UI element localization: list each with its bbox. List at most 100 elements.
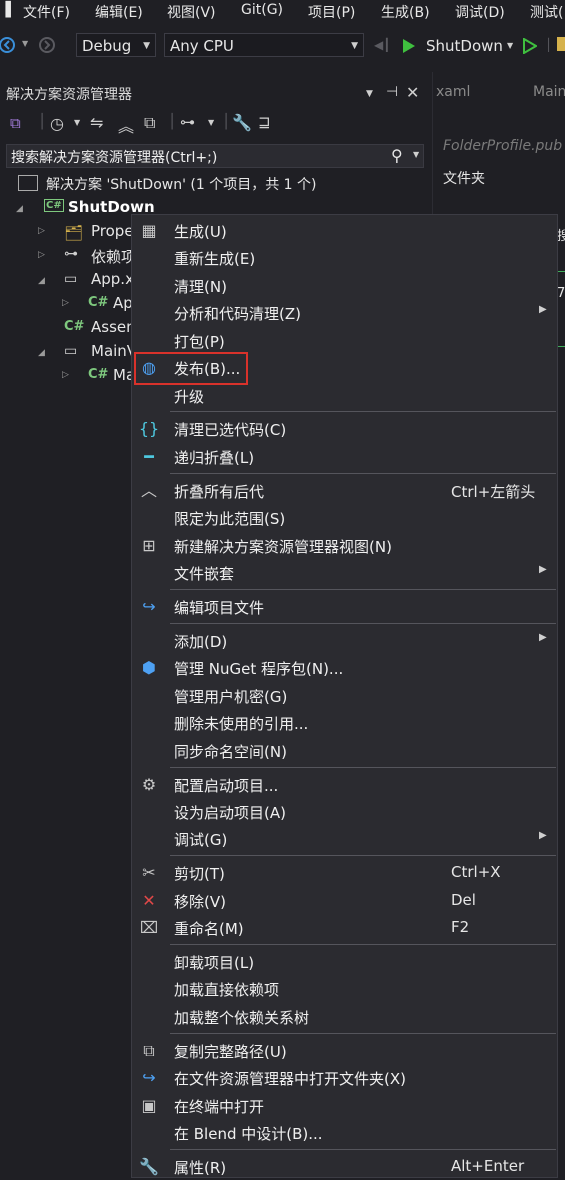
context-menu-item[interactable]: 加载直接依赖项: [132, 976, 557, 1002]
properties-wrench-icon[interactable]: 🔧: [232, 113, 252, 132]
preview-icon[interactable]: ⊒: [258, 113, 271, 131]
context-menu-item[interactable]: ↪ 在文件资源管理器中打开文件夹(X): [132, 1065, 557, 1091]
filter-dropdown-icon[interactable]: ▼: [208, 118, 214, 127]
context-menu-item[interactable]: 限定为此范围(S): [132, 505, 557, 531]
run-target-label[interactable]: ShutDown: [426, 37, 503, 55]
context-menu-item[interactable]: 同步命名空间(N): [132, 738, 557, 764]
menu-git[interactable]: Git(G): [241, 2, 283, 18]
context-menu-label: 删除未使用的引用...: [174, 715, 309, 733]
search-icon[interactable]: ⚲: [391, 146, 403, 165]
context-menu-item[interactable]: ▣ 在终端中打开: [132, 1093, 557, 1119]
run-icon[interactable]: [402, 38, 416, 54]
menu-separator: [170, 623, 556, 624]
context-menu-item[interactable]: 文件嵌套 ▶: [132, 560, 557, 586]
panel-options-icon[interactable]: ▼: [366, 89, 373, 99]
run-dropdown-icon[interactable]: ▼: [507, 41, 513, 50]
tree-item-assembly[interactable]: Assen: [91, 318, 136, 336]
chevron-down-icon: ▼: [351, 41, 358, 51]
search-options-icon[interactable]: ▼: [413, 150, 419, 159]
history-dropdown-icon[interactable]: ▼: [74, 118, 80, 127]
menu-build[interactable]: 生成(B): [381, 2, 430, 22]
explorer-search-input[interactable]: 搜索解决方案资源管理器(Ctrl+;) ⚲ ▼: [6, 144, 424, 168]
context-menu-item[interactable]: 分析和代码清理(Z) ▶: [132, 300, 557, 326]
context-menu-item[interactable]: ▦ 生成(U): [132, 218, 557, 244]
context-menu-item[interactable]: ⧉ 复制完整路径(U): [132, 1038, 557, 1064]
forward-icon[interactable]: [38, 36, 56, 54]
context-menu-item[interactable]: 添加(D) ▶: [132, 628, 557, 654]
context-menu-item[interactable]: 重新生成(E): [132, 245, 557, 271]
context-menu-item[interactable]: 卸载项目(L): [132, 949, 557, 975]
context-menu-item[interactable]: 在 Blend 中设计(B)...: [132, 1120, 557, 1146]
menu-view[interactable]: 视图(V): [167, 2, 216, 22]
tree-item-app-xaml[interactable]: App.x: [91, 270, 134, 288]
context-menu-label: 重新生成(E): [174, 250, 256, 268]
folder-icon[interactable]: [557, 37, 565, 51]
context-menu-label: 卸载项目(L): [174, 954, 255, 972]
context-menu-item[interactable]: 🔧 属性(R) Alt+Enter: [132, 1154, 557, 1180]
context-menu-item[interactable]: 打包(P): [132, 328, 557, 354]
pin-icon[interactable]: ⊣: [386, 84, 398, 100]
collapse-all-icon[interactable]: ︽: [118, 113, 134, 137]
scissors-icon: ✂: [142, 863, 156, 882]
back-dropdown-icon[interactable]: ▼: [22, 39, 28, 48]
tree-item-app-cs[interactable]: Ap: [113, 294, 133, 312]
context-menu-item[interactable]: ⬢ 管理 NuGet 程序包(N)...: [132, 655, 557, 681]
tree-item-properties[interactable]: Prope: [91, 222, 134, 240]
context-menu-item[interactable]: 调试(G) ▶: [132, 826, 557, 852]
menu-test[interactable]: 测试(: [530, 2, 563, 22]
context-menu-item[interactable]: ↪ 编辑项目文件: [132, 594, 557, 620]
collapse-arrow-icon[interactable]: ▷: [38, 250, 45, 260]
context-menu-label: 移除(V): [174, 893, 226, 911]
solution-node[interactable]: 解决方案 'ShutDown' (1 个项目，共 1 个): [46, 174, 316, 194]
collapse-arrow-icon[interactable]: ▷: [62, 370, 69, 380]
context-menu-label: 配置启动项目...: [174, 777, 279, 795]
doc-tab-main[interactable]: Main: [533, 84, 565, 100]
doc-fragment: 7: [557, 286, 565, 301]
context-menu-item[interactable]: 升级: [132, 383, 557, 409]
menu-project[interactable]: 项目(P): [308, 2, 355, 22]
app-logo-fragment: ▐: [0, 2, 11, 18]
context-menu: ▦ 生成(U) 重新生成(E) 清理(N) 分析和代码清理(Z) ▶ 打包(P) ◍ 发布(B)…: [131, 214, 558, 1178]
back-icon[interactable]: [0, 36, 16, 54]
step-back-icon[interactable]: ◀┃: [374, 38, 390, 52]
menu-debug[interactable]: 调试(D): [455, 2, 505, 22]
context-menu-label: 重命名(M): [174, 920, 244, 938]
vs-solution-icon[interactable]: ⧉: [10, 114, 21, 132]
run-without-debug-icon[interactable]: [523, 38, 537, 54]
expand-arrow-icon[interactable]: ◢: [38, 348, 45, 358]
context-menu-label: 在文件资源管理器中打开文件夹(X): [174, 1070, 406, 1088]
doc-folder-label: 文件夹: [443, 171, 485, 187]
context-menu-item[interactable]: 清理(N): [132, 273, 557, 299]
config-dropdown[interactable]: Debug ▼: [76, 33, 156, 57]
csharp-file-icon: C#: [88, 295, 109, 310]
menu-edit[interactable]: 编辑(E): [95, 2, 143, 22]
collapse-arrow-icon[interactable]: ▷: [38, 226, 45, 236]
platform-dropdown[interactable]: Any CPU ▼: [164, 33, 364, 57]
context-menu-item[interactable]: 管理用户机密(G): [132, 683, 557, 709]
close-icon[interactable]: ✕: [406, 83, 419, 102]
context-menu-item[interactable]: {} 清理已选代码(C): [132, 416, 557, 442]
show-all-files-icon[interactable]: ⧉: [144, 113, 155, 133]
context-menu-item[interactable]: 删除未使用的引用...: [132, 710, 557, 736]
context-menu-item[interactable]: ⌧ 重命名(M) F2: [132, 915, 557, 941]
expand-arrow-icon[interactable]: ◢: [38, 276, 45, 286]
doc-tab-xaml[interactable]: xaml: [436, 84, 470, 100]
tree-item-dependencies[interactable]: 依赖项: [91, 246, 136, 267]
sync-icon[interactable]: ⇋: [90, 113, 103, 132]
context-menu-item[interactable]: ✕ 移除(V) Del: [132, 888, 557, 914]
collapse-arrow-icon[interactable]: ▷: [62, 298, 69, 308]
menu-file[interactable]: 文件(F): [23, 2, 70, 22]
context-menu-item[interactable]: 加载整个依赖关系树: [132, 1004, 557, 1030]
history-icon[interactable]: ◷: [50, 114, 64, 133]
context-menu-item[interactable]: ⊞ 新建解决方案资源管理器视图(N): [132, 533, 557, 559]
context-menu-label: 同步命名空间(N): [174, 743, 287, 761]
context-menu-item[interactable]: ︿ 折叠所有后代 Ctrl+左箭头: [132, 478, 557, 504]
context-menu-item[interactable]: 设为启动项目(A): [132, 799, 557, 825]
filter-tree-icon[interactable]: ⊶: [180, 113, 195, 131]
context-menu-label: 在 Blend 中设计(B)...: [174, 1125, 323, 1143]
expand-arrow-icon[interactable]: ◢: [16, 204, 23, 214]
context-menu-item[interactable]: ━ 递归折叠(L): [132, 444, 557, 470]
context-menu-item[interactable]: ⚙ 配置启动项目...: [132, 772, 557, 798]
context-menu-item[interactable]: ✂ 剪切(T) Ctrl+X: [132, 860, 557, 886]
submenu-arrow-icon: ▶: [539, 304, 547, 315]
